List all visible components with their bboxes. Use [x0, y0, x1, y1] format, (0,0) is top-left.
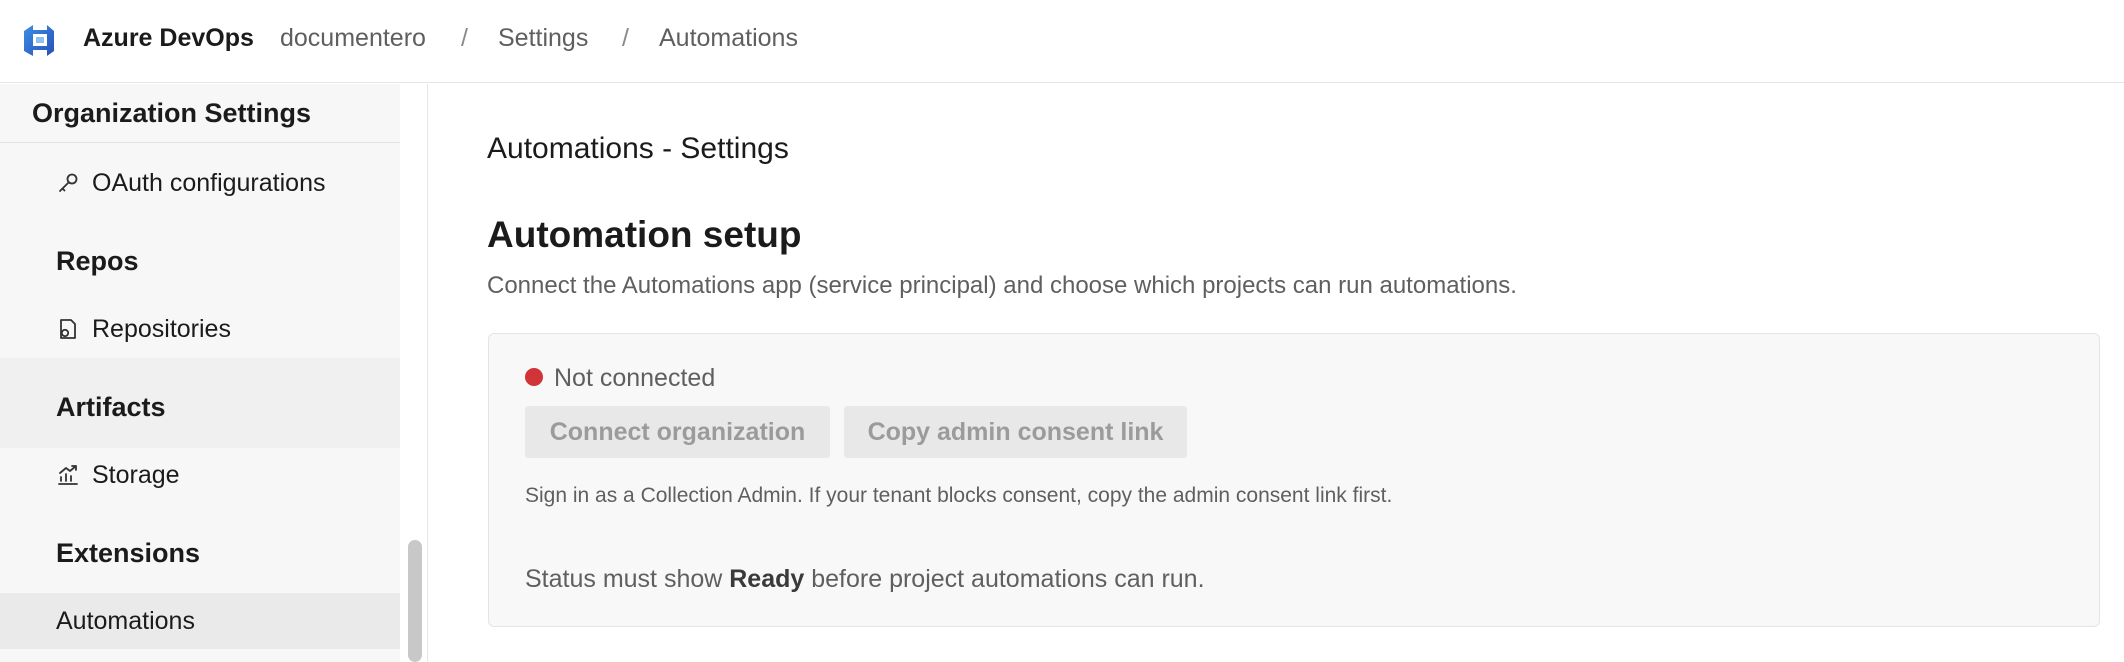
sidebar-group-artifacts: Artifacts — [56, 392, 166, 422]
key-icon — [59, 173, 78, 192]
status-note: Status must show Ready before project au… — [525, 565, 1205, 594]
repo-icon — [60, 319, 76, 339]
top-bar: Azure DevOps documentero / Settings / Au… — [0, 0, 2124, 83]
page-title: Automations - Settings — [487, 132, 789, 165]
sidebar-item-storage[interactable]: Storage — [0, 447, 400, 503]
status-dot-icon — [525, 368, 543, 386]
sidebar-title: Organization Settings — [32, 98, 312, 128]
connection-hint: Sign in as a Collection Admin. If your t… — [525, 484, 1393, 507]
breadcrumb-settings[interactable]: Settings — [498, 24, 588, 53]
copy-admin-consent-link-button[interactable]: Copy admin consent link — [844, 406, 1187, 458]
sidebar-item-repositories[interactable]: Repositories — [0, 301, 400, 357]
connection-status: Not connected — [554, 364, 716, 392]
sidebar-group-extensions: Extensions — [56, 538, 201, 568]
sidebar-item-label: Repositories — [92, 314, 231, 343]
chart-icon — [58, 465, 78, 485]
breadcrumb-separator: / — [622, 24, 629, 52]
breadcrumb-separator: / — [461, 24, 468, 52]
brand-title[interactable]: Azure DevOps — [83, 24, 254, 53]
sidebar-group-repos: Repos — [56, 246, 139, 276]
sidebar-item-oauth-configurations[interactable]: OAuth configurations — [0, 155, 400, 211]
status-note-prefix: Status must show — [525, 565, 730, 593]
sidebar-item-automations[interactable]: Automations — [0, 593, 400, 649]
breadcrumb-organization[interactable]: documentero — [280, 24, 426, 53]
section-title: Automation setup — [487, 214, 802, 255]
azure-devops-logo-icon[interactable] — [20, 21, 58, 59]
status-note-ready: Ready — [729, 565, 805, 593]
sidebar-divider — [0, 142, 400, 143]
breadcrumb-automations[interactable]: Automations — [659, 24, 798, 53]
section-description: Connect the Automations app (service pri… — [487, 272, 1517, 299]
connect-organization-button[interactable]: Connect organization — [525, 406, 830, 458]
status-note-suffix: before project automations can run. — [804, 565, 1205, 593]
sidebar-item-label: OAuth configurations — [92, 168, 326, 197]
sidebar-item-label: Automations — [56, 606, 195, 635]
sidebar-item-label: Storage — [92, 460, 180, 489]
sidebar-scrollbar-thumb[interactable] — [408, 540, 422, 662]
